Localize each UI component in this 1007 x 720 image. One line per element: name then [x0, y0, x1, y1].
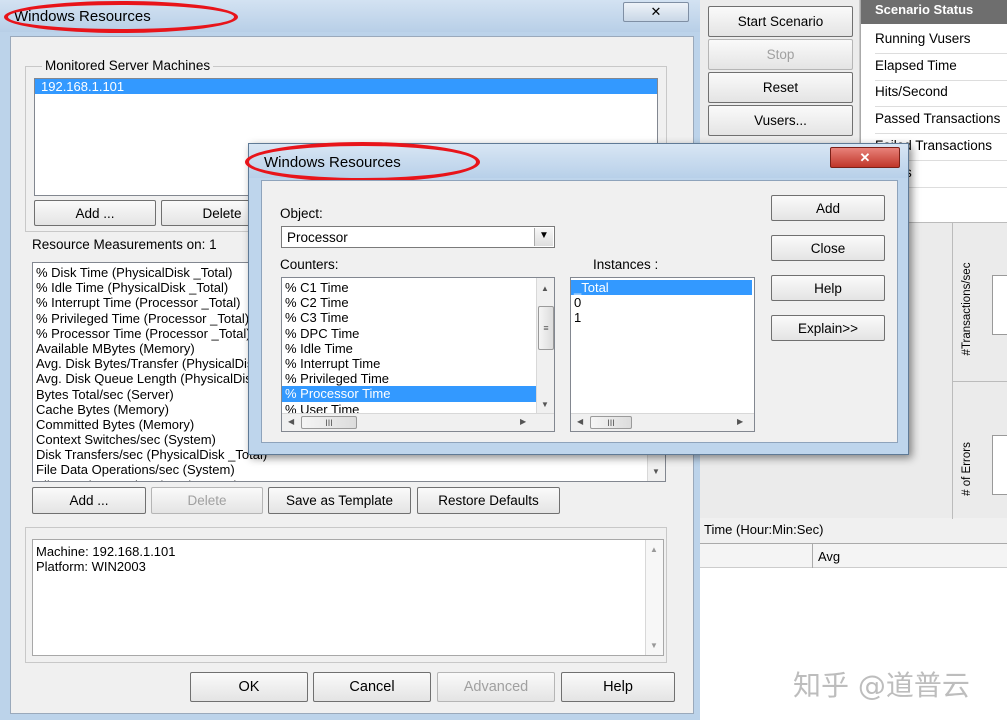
add-counter-dialog: Windows Resources ✕ Object: Processor ▼ …: [245, 142, 909, 455]
restore-defaults-button[interactable]: Restore Defaults: [417, 487, 560, 514]
vusers-button[interactable]: Vusers...: [708, 105, 853, 136]
counter-list-item[interactable]: % C1 Time: [282, 280, 537, 295]
help-button[interactable]: Help: [561, 672, 675, 702]
graph-divider: [952, 223, 953, 519]
transactions-axis-label: #Transactions/sec: [961, 262, 973, 356]
explain-button[interactable]: Explain>>: [771, 315, 885, 341]
object-dropdown-button[interactable]: ▼: [534, 228, 553, 246]
delete-measurement-button[interactable]: Delete: [151, 487, 263, 514]
time-axis-label: Time (Hour:Min:Sec): [704, 522, 824, 537]
description-scrollbar[interactable]: ▲ ▼: [645, 540, 663, 655]
front-dialog-close-button[interactable]: ✕: [830, 147, 900, 168]
instance-list-item[interactable]: _Total: [571, 280, 752, 296]
counters-scroll-thumb[interactable]: ≡: [538, 306, 554, 350]
monitored-machines-label: Monitored Server Machines: [42, 58, 214, 73]
ok-button[interactable]: OK: [190, 672, 308, 702]
errors-axis-label: # of Errors: [961, 442, 973, 496]
close-button[interactable]: Close: [771, 235, 885, 261]
counters-vertical-scrollbar[interactable]: ▲ ≡ ▼: [536, 278, 554, 414]
scroll-down-arrow-icon[interactable]: ▼: [541, 400, 549, 410]
avg-column-header: Avg: [818, 549, 841, 564]
graph-divider-h: [952, 381, 1007, 382]
back-dialog-close-button[interactable]: ✕: [623, 2, 689, 22]
add-machine-button[interactable]: Add ...: [34, 200, 156, 226]
instances-label: Instances :: [593, 257, 659, 272]
resource-list-item[interactable]: File Read Operations/sec (System): [33, 478, 665, 481]
object-select-value: Processor: [287, 230, 348, 245]
scroll-down-arrow-icon[interactable]: ▼: [652, 467, 660, 477]
description-line: Platform: WIN2003: [36, 559, 146, 575]
counter-list-item[interactable]: % Interrupt Time: [282, 356, 537, 371]
scroll-up-arrow-icon[interactable]: ▲: [541, 284, 549, 294]
scroll-up-arrow-icon[interactable]: ▲: [650, 545, 658, 555]
scroll-left-arrow-icon[interactable]: ◀: [288, 417, 294, 427]
object-select[interactable]: Processor ▼: [281, 226, 555, 248]
instances-horizontal-scrollbar[interactable]: ◀ III ▶: [571, 413, 754, 431]
counter-list-item[interactable]: % C2 Time: [282, 295, 537, 310]
reset-button[interactable]: Reset: [708, 72, 853, 103]
instance-list-item[interactable]: 1: [571, 310, 752, 325]
instances-hscroll-thumb[interactable]: III: [590, 416, 632, 429]
description-line: Machine: 192.168.1.101: [36, 544, 176, 559]
machine-list-item[interactable]: 192.168.1.101: [35, 79, 657, 95]
counter-list-item[interactable]: % Idle Time: [282, 341, 537, 356]
back-dialog-title-annotation: [4, 1, 238, 33]
help-counter-button[interactable]: Help: [771, 275, 885, 301]
save-as-template-button[interactable]: Save as Template: [268, 487, 411, 514]
description-box: Machine: 192.168.1.101 Platform: WIN2003 …: [32, 539, 664, 656]
errors-graph: [992, 435, 1007, 495]
add-counter-button[interactable]: Add: [771, 195, 885, 221]
scroll-left-arrow-icon[interactable]: ◀: [577, 417, 583, 427]
counters-list[interactable]: % C1 Time% C2 Time% C3 Time% DPC Time% I…: [281, 277, 555, 432]
chevron-down-icon: ▼: [539, 230, 549, 241]
instance-list-item[interactable]: 0: [571, 295, 752, 310]
add-measurement-button[interactable]: Add ...: [32, 487, 146, 514]
scroll-down-arrow-icon[interactable]: ▼: [650, 641, 658, 651]
resource-list-item[interactable]: File Data Operations/sec (System): [33, 462, 665, 477]
counters-horizontal-scrollbar[interactable]: ◀ III ▶: [282, 413, 554, 431]
scenario-status-row: Running Vusers: [875, 28, 1007, 54]
measurement-table-header: Avg: [700, 543, 1007, 569]
counter-list-item[interactable]: % C3 Time: [282, 310, 537, 325]
transactions-graph: [992, 275, 1007, 335]
counters-hscroll-thumb[interactable]: III: [301, 416, 357, 429]
scenario-status-header: Scenario Status: [861, 0, 1007, 24]
watermark: 知乎 @道普云: [793, 669, 970, 702]
stop-button[interactable]: Stop: [708, 39, 853, 70]
cancel-button[interactable]: Cancel: [313, 672, 431, 702]
counter-list-item[interactable]: % Processor Time: [282, 386, 537, 402]
scenario-status-row: Passed Transactions: [875, 108, 1007, 135]
scroll-right-arrow-icon[interactable]: ▶: [737, 417, 743, 427]
counter-list-item[interactable]: % Privileged Time: [282, 371, 537, 386]
object-label: Object:: [280, 206, 323, 221]
scenario-status-row: Elapsed Time: [875, 55, 1007, 81]
counter-list-item[interactable]: % DPC Time: [282, 326, 537, 341]
advanced-button[interactable]: Advanced: [437, 672, 555, 702]
scenario-status-row: Hits/Second: [875, 81, 1007, 108]
scroll-right-arrow-icon[interactable]: ▶: [520, 417, 526, 427]
avg-column-divider: [812, 544, 813, 569]
start-scenario-button[interactable]: Start Scenario: [708, 6, 853, 37]
instances-list[interactable]: _Total 0 1 ◀ III ▶: [570, 277, 755, 432]
front-dialog-title-annotation: [245, 142, 480, 182]
counters-label: Counters:: [280, 257, 339, 272]
resource-measurements-label: Resource Measurements on: 1: [32, 237, 217, 252]
